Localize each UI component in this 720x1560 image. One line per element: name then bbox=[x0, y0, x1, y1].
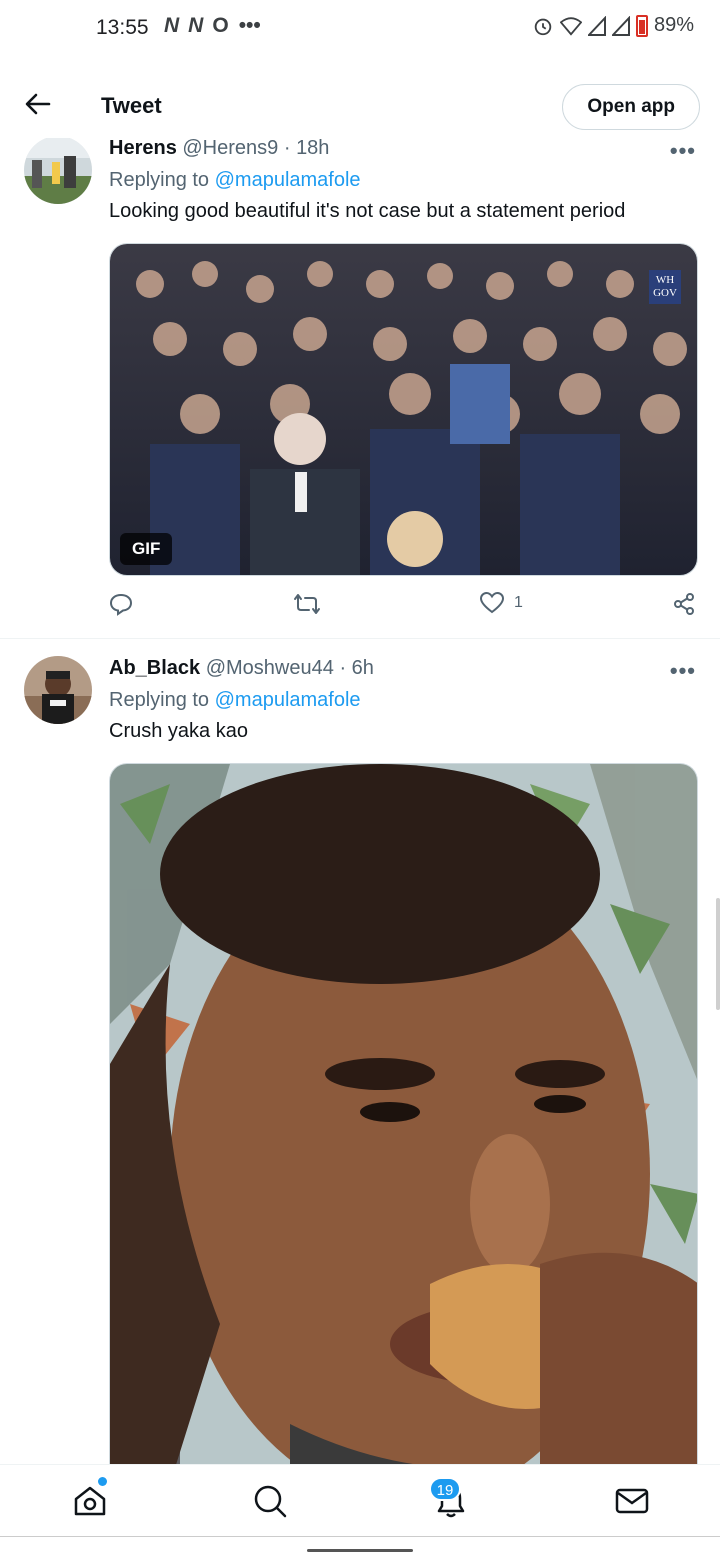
replying-to-label: Replying to bbox=[109, 169, 210, 191]
photo-image bbox=[110, 764, 697, 1483]
notification-o-icon: O bbox=[212, 14, 229, 37]
battery-icon bbox=[635, 14, 648, 37]
gif-badge: GIF bbox=[120, 533, 173, 565]
photo-media[interactable] bbox=[109, 763, 698, 1483]
mail-icon bbox=[615, 1488, 649, 1514]
retweet-button[interactable] bbox=[293, 592, 321, 616]
home-gesture-bar[interactable] bbox=[307, 1549, 413, 1552]
search-icon bbox=[254, 1485, 287, 1518]
bottom-nav: 19 bbox=[0, 1464, 720, 1536]
page-title: Tweet bbox=[101, 93, 162, 118]
gesture-area bbox=[0, 1536, 720, 1560]
replying-to: Replying to @mapulamafole bbox=[109, 169, 361, 192]
separator-dot: · bbox=[339, 657, 352, 679]
wifi-icon bbox=[559, 16, 582, 36]
back-button[interactable] bbox=[18, 84, 58, 124]
tweet[interactable]: Ab_Black @Moshweu44 · 6h ••• Replying to… bbox=[0, 640, 720, 1483]
tweet-time: 6h bbox=[351, 657, 374, 679]
replying-to-handle[interactable]: @mapulamafole bbox=[215, 689, 361, 711]
avatar[interactable] bbox=[24, 136, 92, 204]
share-button[interactable] bbox=[672, 592, 696, 616]
avatar-image bbox=[24, 656, 92, 724]
divider bbox=[0, 638, 720, 639]
more-notifications-icon: ••• bbox=[238, 14, 261, 37]
tweet-time: 18h bbox=[296, 137, 330, 159]
tweet-header: Herens @Herens9 · 18h bbox=[109, 137, 329, 160]
tweet-text: Crush yaka kao bbox=[109, 720, 248, 742]
avatar-image bbox=[24, 136, 92, 204]
tweet-text: Looking good beautiful it's not case but… bbox=[109, 200, 626, 222]
status-bar: 13:55 N N O ••• 89% bbox=[0, 0, 720, 62]
tweet-header: Ab_Black @Moshweu44 · 6h bbox=[109, 657, 374, 680]
open-app-button[interactable]: Open app bbox=[562, 84, 700, 130]
signal-icon bbox=[611, 15, 630, 36]
reply-icon bbox=[109, 593, 133, 616]
new-content-dot bbox=[98, 1477, 107, 1486]
signal-icon bbox=[587, 15, 606, 36]
heart-icon bbox=[480, 592, 504, 614]
replying-to: Replying to @mapulamafole bbox=[109, 689, 361, 712]
like-count: 1 bbox=[514, 594, 523, 611]
avatar[interactable] bbox=[24, 656, 92, 724]
nav-search[interactable] bbox=[252, 1483, 288, 1519]
tweet-actions: 1 bbox=[109, 592, 698, 622]
status-right: 89% bbox=[532, 14, 694, 37]
home-icon bbox=[74, 1486, 106, 1516]
retweet-icon bbox=[294, 594, 320, 614]
white-house-logo: WH GOV bbox=[649, 270, 681, 304]
author-name[interactable]: Herens bbox=[109, 137, 177, 159]
battery-percent: 89% bbox=[653, 14, 694, 36]
separator-dot: · bbox=[283, 137, 297, 159]
notification-icons: N N O ••• bbox=[164, 14, 261, 38]
author-handle[interactable]: @Moshweu44 bbox=[206, 657, 334, 679]
author-name[interactable]: Ab_Black bbox=[109, 657, 200, 679]
nav-notifications[interactable]: 19 bbox=[429, 1477, 469, 1519]
gif-media[interactable]: WH GOV GIF bbox=[109, 243, 698, 576]
replying-to-label: Replying to bbox=[109, 689, 210, 711]
replying-to-handle[interactable]: @mapulamafole bbox=[215, 169, 361, 191]
nav-messages[interactable] bbox=[614, 1483, 650, 1519]
reply-button[interactable] bbox=[109, 592, 133, 616]
status-time: 13:55 bbox=[96, 16, 149, 39]
network-n-icon: N bbox=[188, 14, 203, 37]
gif-image bbox=[110, 244, 697, 575]
notification-badge: 19 bbox=[429, 1477, 461, 1501]
more-options-button[interactable]: ••• bbox=[670, 138, 696, 164]
author-handle[interactable]: @Herens9 bbox=[182, 137, 278, 159]
share-icon bbox=[674, 593, 694, 615]
more-options-button[interactable]: ••• bbox=[670, 658, 696, 684]
alarm-icon bbox=[534, 18, 552, 35]
page-header: Tweet Open app bbox=[0, 62, 720, 138]
nav-home[interactable] bbox=[72, 1477, 108, 1519]
scroll-indicator[interactable] bbox=[716, 898, 720, 1010]
back-arrow-icon bbox=[25, 93, 51, 115]
like-button[interactable]: 1 bbox=[480, 592, 523, 614]
network-n-icon: N bbox=[164, 14, 179, 37]
